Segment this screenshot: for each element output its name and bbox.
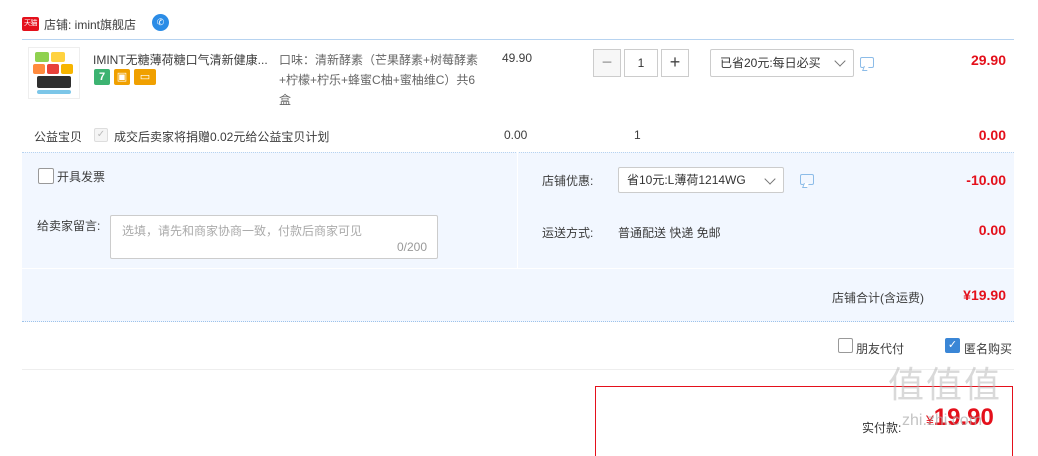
chevron-down-icon (834, 55, 846, 67)
seller-note-input[interactable]: 选填，请先和商家协商一致，付款后商家可见 0/200 (110, 215, 438, 259)
options-divider (517, 152, 518, 268)
shop-discount-select[interactable]: 省10元:L薄荷1214WG (618, 167, 784, 193)
shipping-amount: 0.00 (978, 222, 1006, 238)
shop-subtotal-label: 店铺合计(含运费) (832, 291, 924, 305)
note-char-count: 0/200 (396, 240, 427, 254)
anonymous-label[interactable]: 匿名购买 (964, 340, 1012, 357)
7-day-return-icon[interactable]: 7 (94, 69, 110, 85)
product-sku: 口味：清新酵素（芒果酵素+树莓酵素+柠檬+柠乐+蜂蜜C柚+蜜柚维C）共6盒 (279, 53, 479, 107)
anonymous-checkbox[interactable]: ✓ (945, 338, 960, 353)
charity-checkbox[interactable]: ✓ (94, 128, 108, 142)
tmall-badge: 天猫 (22, 17, 39, 31)
quantity-stepper: − 1 + (593, 49, 689, 77)
shop-discount-amount: -10.00 (966, 172, 1006, 188)
product-thumbnail[interactable] (28, 47, 80, 99)
note-placeholder: 选填，请先和商家协商一致，付款后商家可见 (122, 224, 363, 238)
item-coupon-value: 已省20元:每日必买 (720, 56, 821, 70)
shipping-method: 普通配送 快递 免邮 (618, 226, 721, 240)
invoice-label[interactable]: 开具发票 (57, 168, 105, 185)
qty-input[interactable]: 1 (624, 49, 658, 77)
friend-pay-label[interactable]: 朋友代付 (856, 340, 904, 357)
note-label: 给卖家留言: (37, 219, 101, 233)
shop-discount-label: 店铺优惠: (542, 174, 594, 188)
shop-name-link[interactable]: 店铺: imint旗舰店 (44, 16, 136, 33)
charity-price: 0.00 (504, 128, 528, 142)
bottom-divider (22, 369, 1014, 370)
charity-qty: 1 (634, 128, 641, 142)
item-coupon-select[interactable]: 已省20元:每日必买 (710, 49, 854, 77)
unit-price: 49.90 (502, 51, 533, 65)
message-icon[interactable] (800, 174, 814, 185)
qty-plus-button[interactable]: + (661, 49, 689, 77)
chevron-down-icon (764, 173, 776, 185)
shop-divider (22, 39, 1014, 40)
actual-pay-label: 实付款: (862, 421, 902, 435)
watermark-logo: 值值值 (888, 364, 1003, 405)
message-icon[interactable] (860, 57, 874, 68)
shop-discount-value: 省10元:L薄荷1214WG (627, 173, 746, 187)
qty-minus-button[interactable]: − (593, 49, 621, 77)
shipping-label: 运送方式: (542, 226, 594, 240)
guarantee-icon[interactable]: ▣ (114, 69, 130, 85)
charity-text: 成交后卖家将捐赠0.02元给公益宝贝计划 (114, 130, 330, 144)
charity-title: 公益宝贝 (34, 130, 83, 144)
shop-subtotal-amount: ¥19.90 (963, 287, 1006, 303)
watermark-url: zhi.zhi.com (902, 412, 983, 429)
invoice-checkbox[interactable] (38, 168, 54, 184)
chat-bubble-icon[interactable]: ✆ (152, 14, 169, 31)
item-total: 29.90 (970, 52, 1006, 68)
charity-total: 0.00 (978, 127, 1006, 143)
product-name-link[interactable]: IMINT无糖薄荷糖口气清新健康... (93, 51, 273, 68)
friend-pay-checkbox[interactable] (838, 338, 853, 353)
credit-card-icon[interactable]: ▭ (134, 69, 156, 85)
